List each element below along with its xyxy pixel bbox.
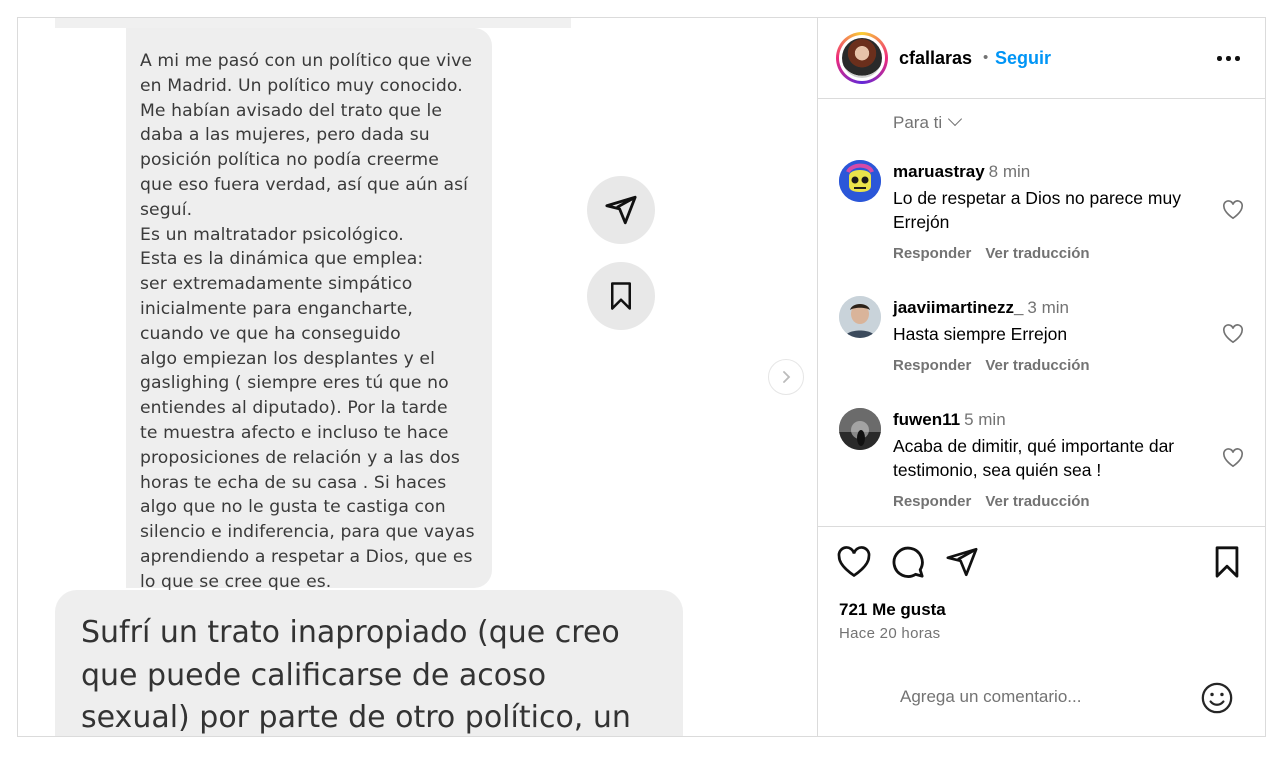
message-bubble-2: Sufrí un trato inapropiado (que creo que… [55, 590, 683, 736]
message-line: proposiciones de relación y a las dos [140, 447, 460, 468]
reply-button[interactable]: Responder [893, 493, 971, 510]
message-line: en Madrid. Un político muy conocido. [140, 75, 463, 96]
heart-icon[interactable] [1222, 448, 1244, 468]
message-line: A mi me pasó con un político que vive [140, 51, 473, 71]
carousel-next-button[interactable] [768, 359, 804, 395]
message-line: posición política no podía creerme [140, 150, 439, 171]
comment-text: Hasta siempre Errejon [893, 324, 1068, 344]
message-line: Sufrí un trato inapropiado (que creo [81, 615, 620, 650]
comment-user-name[interactable]: maruastray [893, 162, 985, 181]
comment-text: Acaba de dimitir, qué importante dar tes… [893, 436, 1175, 480]
comment-filter-dropdown[interactable]: Para ti [893, 111, 963, 133]
avatar-image [842, 38, 882, 78]
comment-avatar[interactable] [839, 296, 881, 338]
message-line: algo empiezan los desplantes y el [140, 348, 435, 369]
comment-actions: Responder Ver traducción [893, 493, 1090, 510]
message-line: gaslighing ( siempre eres tú que no [140, 373, 449, 394]
comment-avatar[interactable] [839, 160, 881, 202]
translate-button[interactable]: Ver traducción [985, 493, 1089, 510]
heart-icon[interactable] [1222, 324, 1244, 344]
save-bookmark-icon[interactable] [1210, 545, 1244, 579]
comment-username[interactable]: fuwen11 5 min [893, 410, 1006, 430]
message-line: Esta es la dinámica que emplea: [140, 249, 424, 270]
translate-button[interactable]: Ver traducción [985, 357, 1089, 374]
filter-label: Para ti [893, 113, 943, 132]
person-avatar-icon [839, 296, 881, 338]
post-dialog: A mi me pasó con un político que vive en… [17, 17, 1266, 737]
separator-dot: • [983, 49, 989, 66]
comment-time: 8 min [988, 162, 1031, 181]
add-comment-bar: Agrega un comentario... [818, 667, 1265, 736]
message-line: daba a las mujeres, pero dada su [140, 125, 430, 146]
follow-button[interactable]: Seguir [995, 48, 1051, 69]
message-line: seguí. [140, 199, 193, 220]
comment-time: 3 min [1027, 298, 1069, 317]
emoji-icon[interactable] [1200, 681, 1234, 715]
message-line: cuando ve que ha conseguido [140, 323, 401, 344]
message-text-2: Sufrí un trato inapropiado (que creo que… [81, 612, 681, 736]
avatar[interactable] [836, 32, 888, 84]
bookmark-icon [611, 282, 631, 310]
comment-username[interactable]: maruastray 8 min [893, 162, 1030, 182]
message-line: sexual) por parte de otro político, un [81, 700, 631, 735]
message-line: silencio e indiferencia, para que vayas [140, 522, 475, 543]
comment-user-name[interactable]: fuwen11 [893, 410, 960, 429]
message-line: Es un maltratador psicológico. [140, 224, 404, 245]
comment-text: Lo de respetar a Dios no parece muy Erre… [893, 188, 1181, 232]
message-line: que eso fuera verdad, así que aún así [140, 174, 469, 195]
chevron-right-icon [783, 371, 791, 383]
message-line: te muestra afecto e incluso te hace [140, 422, 449, 443]
comment-username[interactable]: jaaviimartinezz_ 3 min [893, 298, 1069, 318]
comment-user-name[interactable]: jaaviimartinezz_ [893, 298, 1023, 317]
more-dot-icon [1217, 56, 1222, 61]
post-header: cfallaras • Seguir [818, 18, 1265, 99]
more-dot-icon [1235, 56, 1240, 61]
more-options-button[interactable] [1214, 48, 1244, 68]
message-line: entiendes al diputado). Por la tarde [140, 398, 448, 419]
post-timestamp[interactable]: Hace 20 horas [839, 625, 940, 642]
media-share-button[interactable] [587, 176, 655, 244]
message-line: inicialmente para engancharte, [140, 298, 413, 319]
translate-button[interactable]: Ver traducción [985, 245, 1089, 262]
like-heart-icon[interactable] [837, 545, 871, 579]
comment-avatar[interactable] [839, 408, 881, 450]
comment-time: 5 min [964, 410, 1006, 429]
message-bubble-1: A mi me pasó con un político que vive en… [126, 28, 492, 592]
media-top-strip [55, 18, 571, 28]
chevron-down-icon [948, 111, 963, 127]
post-action-bar: 721 Me gusta Hace 20 horas Agrega un com… [818, 526, 1265, 736]
username-link[interactable]: cfallaras [899, 48, 972, 69]
comment-actions: Responder Ver traducción [893, 357, 1090, 374]
post-media: A mi me pasó con un político que vive en… [18, 18, 818, 736]
message-text-1: A mi me pasó con un político que vive en… [140, 49, 490, 595]
send-icon [605, 195, 637, 225]
comment-input[interactable]: Agrega un comentario... [900, 687, 1081, 707]
skull-avatar-icon [839, 160, 881, 202]
media-save-button[interactable] [587, 262, 655, 330]
heart-icon[interactable] [1222, 200, 1244, 220]
reply-button[interactable]: Responder [893, 357, 971, 374]
like-count[interactable]: 721 Me gusta [839, 600, 946, 620]
message-line: algo que no le gusta te castiga con [140, 497, 446, 518]
message-line: Me habían avisado del trato que le [140, 100, 443, 121]
send-icon[interactable] [945, 545, 979, 579]
message-line: que puede calificarse de acoso [81, 657, 547, 693]
message-line: aprendiendo a respetar a Dios, que es [140, 546, 473, 567]
more-dot-icon [1226, 56, 1231, 61]
message-line: horas te echa de su casa . Si haces [140, 472, 447, 493]
message-line: ser extremadamente simpático [140, 274, 413, 295]
comment-actions: Responder Ver traducción [893, 245, 1090, 262]
post-sidebar: cfallaras • Seguir Para ti maruastray 8 … [817, 18, 1265, 736]
reply-button[interactable]: Responder [893, 245, 971, 262]
landscape-avatar-icon [839, 408, 881, 450]
comment-bubble-icon[interactable] [891, 545, 925, 579]
